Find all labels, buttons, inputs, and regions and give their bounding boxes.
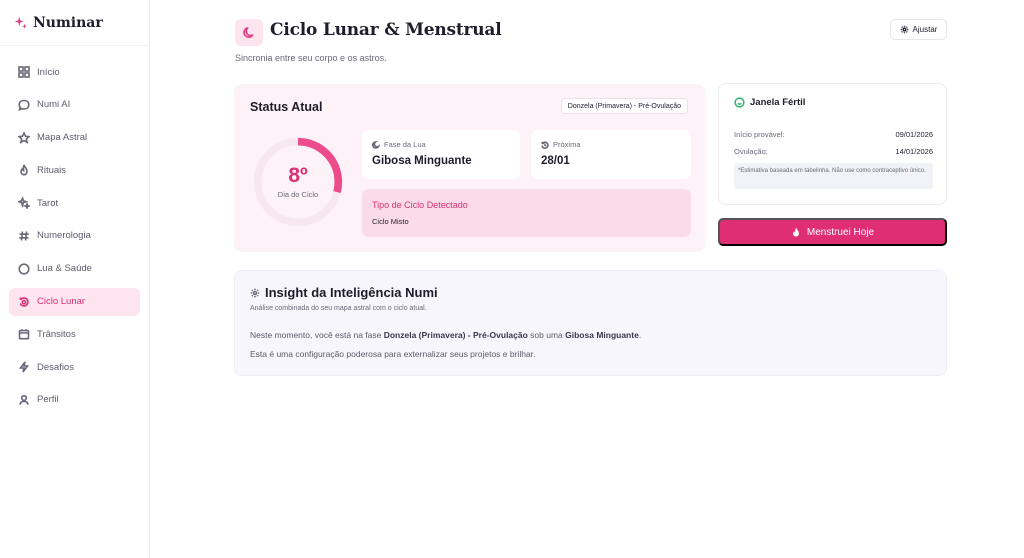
next-period-card: Próxima 28/01	[531, 130, 691, 179]
adjust-button[interactable]: Ajustar	[890, 19, 947, 40]
sidebar-item-label: Mapa Astral	[37, 132, 88, 144]
gear-icon	[250, 288, 260, 297]
cycle-type-value: Ciclo Misto	[372, 217, 409, 226]
insight-line-2: Esta é uma configuração poderosa para ex…	[250, 349, 536, 359]
sidebar-item-transitos[interactable]: Trânsitos	[9, 320, 140, 348]
sidebar-item-label: Perfil	[37, 394, 59, 406]
drop-icon	[792, 227, 799, 237]
moon-phase-label: Fase da Lua	[384, 140, 426, 149]
next-label: Próxima	[553, 140, 581, 149]
fertile-start-value: 09/01/2026	[895, 130, 933, 139]
sidebar-item-label: Lua & Saúde	[37, 263, 92, 275]
page-subtitle: Sincronia entre seu corpo e os astros.	[235, 53, 387, 63]
insight-line-1: Neste momento, você está na fase Donzela…	[250, 330, 642, 340]
cycle-type-card: Tipo de Ciclo Detectado Ciclo Misto	[362, 189, 691, 237]
sidebar-item-inicio[interactable]: Início	[9, 58, 140, 86]
sidebar-item-label: Trânsitos	[37, 328, 76, 340]
moon-icon	[235, 19, 263, 46]
moon-phase-card: Fase da Lua Gibosa Minguante	[362, 130, 520, 179]
sidebar-item-label: Numerologia	[37, 230, 91, 242]
fertile-start-label: Início provável:	[734, 130, 785, 139]
cycle-day-value: 8º	[288, 164, 308, 187]
insight-phase: Donzela (Primavera) - Pré-Ovulação	[383, 330, 528, 340]
bolt-icon	[18, 361, 30, 373]
page-title: Ciclo Lunar & Menstrual	[270, 20, 502, 40]
star-icon	[18, 131, 30, 144]
sidebar-nav: Início Numi AI Mapa Astral Rituais Tarot…	[9, 58, 140, 419]
cycle-icon	[19, 296, 29, 307]
menstruei-label: Menstruei Hoje	[806, 226, 875, 238]
sidebar-item-label: Tarot	[37, 197, 59, 209]
fertile-window-card: Janela Fértil Início provável: 09/01/202…	[718, 83, 947, 205]
menstruei-hoje-button[interactable]: Menstruei Hoje	[718, 218, 947, 246]
grid-icon	[18, 66, 30, 78]
sidebar: Numinar Início Numi AI Mapa Astral Ritua…	[0, 0, 150, 558]
calendar-icon	[18, 329, 30, 340]
fertile-title: Janela Fértil	[750, 97, 806, 108]
sidebar-item-numi-ai[interactable]: Numi AI	[9, 91, 140, 119]
user-icon	[19, 394, 29, 405]
moon-phase-value: Gibosa Minguante	[372, 155, 472, 167]
sparkles-icon	[14, 16, 27, 29]
flame-icon	[20, 165, 28, 176]
sidebar-item-label: Início	[37, 66, 60, 78]
history-icon	[541, 140, 549, 149]
sidebar-item-numerologia[interactable]: Numerologia	[9, 222, 140, 250]
insight-subtitle: Análise combinada do seu mapa astral com…	[250, 305, 427, 312]
ovulation-row: Ovulação: 14/01/2026	[734, 147, 933, 156]
cycle-day-label: Dia do Ciclo	[277, 190, 319, 199]
gear-icon	[900, 25, 908, 34]
fertile-start-row: Início provável: 09/01/2026	[734, 130, 933, 139]
brand-name: Numinar	[33, 14, 103, 31]
sidebar-item-tarot[interactable]: Tarot	[9, 189, 140, 217]
smile-icon	[734, 97, 745, 108]
sidebar-item-label: Numi AI	[37, 99, 71, 111]
adjust-label: Ajustar	[912, 25, 938, 34]
insight-moon: Gibosa Minguante	[565, 330, 639, 340]
status-title: Status Atual	[250, 100, 323, 114]
sidebar-item-label: Rituais	[37, 164, 67, 176]
insight-card: Insight da Inteligência Numi Análise com…	[234, 270, 947, 376]
chat-icon	[18, 99, 30, 111]
sidebar-item-rituais[interactable]: Rituais	[9, 156, 140, 184]
ovulation-value: 14/01/2026	[895, 147, 933, 156]
cycle-type-label: Tipo de Ciclo Detectado	[372, 200, 468, 210]
sparkles-icon	[18, 197, 30, 210]
moon-icon	[372, 140, 380, 149]
fertile-note: *Estimativa baseada em tabelinha. Não us…	[734, 163, 933, 189]
sidebar-item-perfil[interactable]: Perfil	[9, 386, 140, 414]
status-card: Status Atual Donzela (Primavera) - Pré-O…	[234, 84, 705, 252]
sidebar-item-desafios[interactable]: Desafios	[9, 353, 140, 381]
hash-icon	[19, 231, 29, 241]
sidebar-item-label: Ciclo Lunar	[37, 296, 86, 308]
circle-icon	[18, 263, 30, 275]
brand[interactable]: Numinar	[0, 0, 149, 46]
insight-title: Insight da Inteligência Numi	[265, 285, 438, 300]
ovulation-label: Ovulação:	[734, 147, 768, 156]
sidebar-item-mapa-astral[interactable]: Mapa Astral	[9, 124, 140, 152]
sidebar-item-lua-saude[interactable]: Lua & Saúde	[9, 255, 140, 283]
sidebar-item-ciclo-lunar[interactable]: Ciclo Lunar	[9, 287, 140, 316]
sidebar-item-label: Desafios	[37, 361, 74, 373]
phase-badge: Donzela (Primavera) - Pré-Ovulação	[560, 98, 688, 114]
next-value: 28/01	[541, 155, 570, 167]
